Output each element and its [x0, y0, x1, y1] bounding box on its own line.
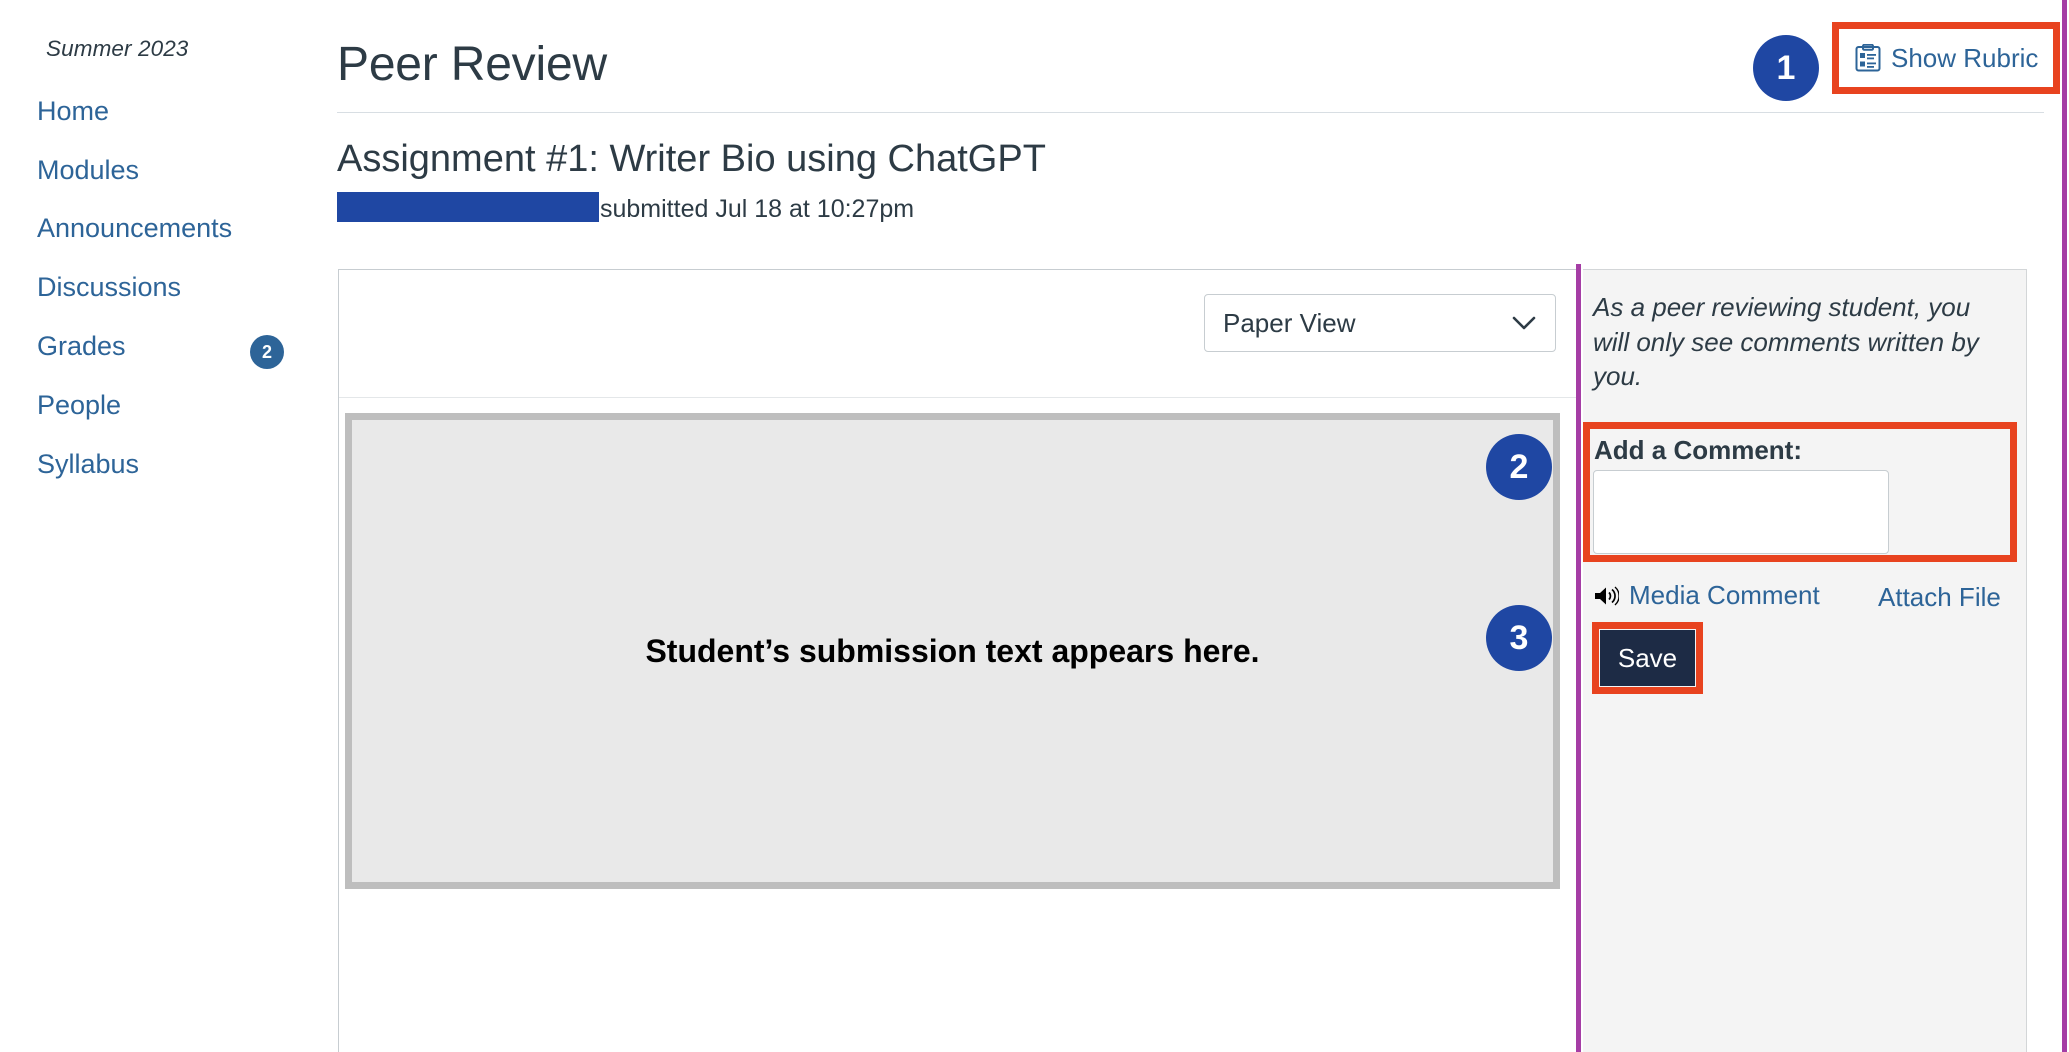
page-edge-divider-right — [2062, 0, 2067, 1052]
view-mode-value: Paper View — [1223, 307, 1356, 338]
add-comment-label: Add a Comment: — [1594, 435, 1802, 465]
media-comment-button[interactable]: Media Comment — [1593, 580, 1820, 611]
comment-input[interactable] — [1593, 470, 1889, 554]
assignment-title: Assignment #1: Writer Bio using ChatGPT — [337, 138, 1046, 180]
view-mode-select[interactable]: Paper View — [1204, 294, 1556, 352]
speaker-icon — [1593, 584, 1620, 608]
show-rubric-label: Show Rubric — [1891, 42, 2039, 73]
rubric-clipboard-icon — [1855, 43, 1881, 72]
course-sidebar: Summer 2023 Home Modules Announcements D… — [0, 0, 330, 1052]
sidebar-item-people[interactable]: People — [37, 390, 121, 421]
student-name-redaction-bar — [337, 192, 599, 222]
step-badge-2: 2 — [1486, 434, 1552, 500]
chevron-down-icon — [1511, 315, 1537, 331]
term-label: Summer 2023 — [46, 36, 189, 61]
panel-divider — [339, 397, 1577, 398]
sidebar-item-grades[interactable]: Grades — [37, 331, 126, 362]
step-badge-1: 1 — [1753, 35, 1819, 101]
submission-preview-box: Student’s submission text appears here. — [345, 413, 1560, 889]
show-rubric-button[interactable]: Show Rubric — [1840, 29, 2052, 87]
peer-review-note: As a peer reviewing student, you will on… — [1593, 292, 1979, 392]
media-comment-label: Media Comment — [1629, 580, 1820, 610]
page-title: Peer Review — [337, 38, 607, 91]
peer-review-page: Summer 2023 Home Modules Announcements D… — [0, 0, 2069, 1052]
sidebar-item-discussions[interactable]: Discussions — [37, 272, 181, 303]
attach-file-link[interactable]: Attach File — [1878, 582, 2001, 613]
save-button[interactable]: Save — [1600, 630, 1695, 686]
panel-divider-left — [1576, 264, 1581, 1052]
step-badge-3: 3 — [1486, 605, 1552, 671]
header-divider — [337, 112, 2044, 113]
sidebar-item-home[interactable]: Home — [37, 96, 109, 127]
submitted-timestamp: submitted Jul 18 at 10:27pm — [600, 195, 915, 223]
sidebar-item-syllabus[interactable]: Syllabus — [37, 449, 139, 480]
sidebar-item-announcements[interactable]: Announcements — [37, 213, 232, 244]
submission-body-text: Student’s submission text appears here. — [645, 632, 1260, 669]
grades-count-badge: 2 — [250, 335, 284, 369]
sidebar-item-modules[interactable]: Modules — [37, 155, 139, 186]
